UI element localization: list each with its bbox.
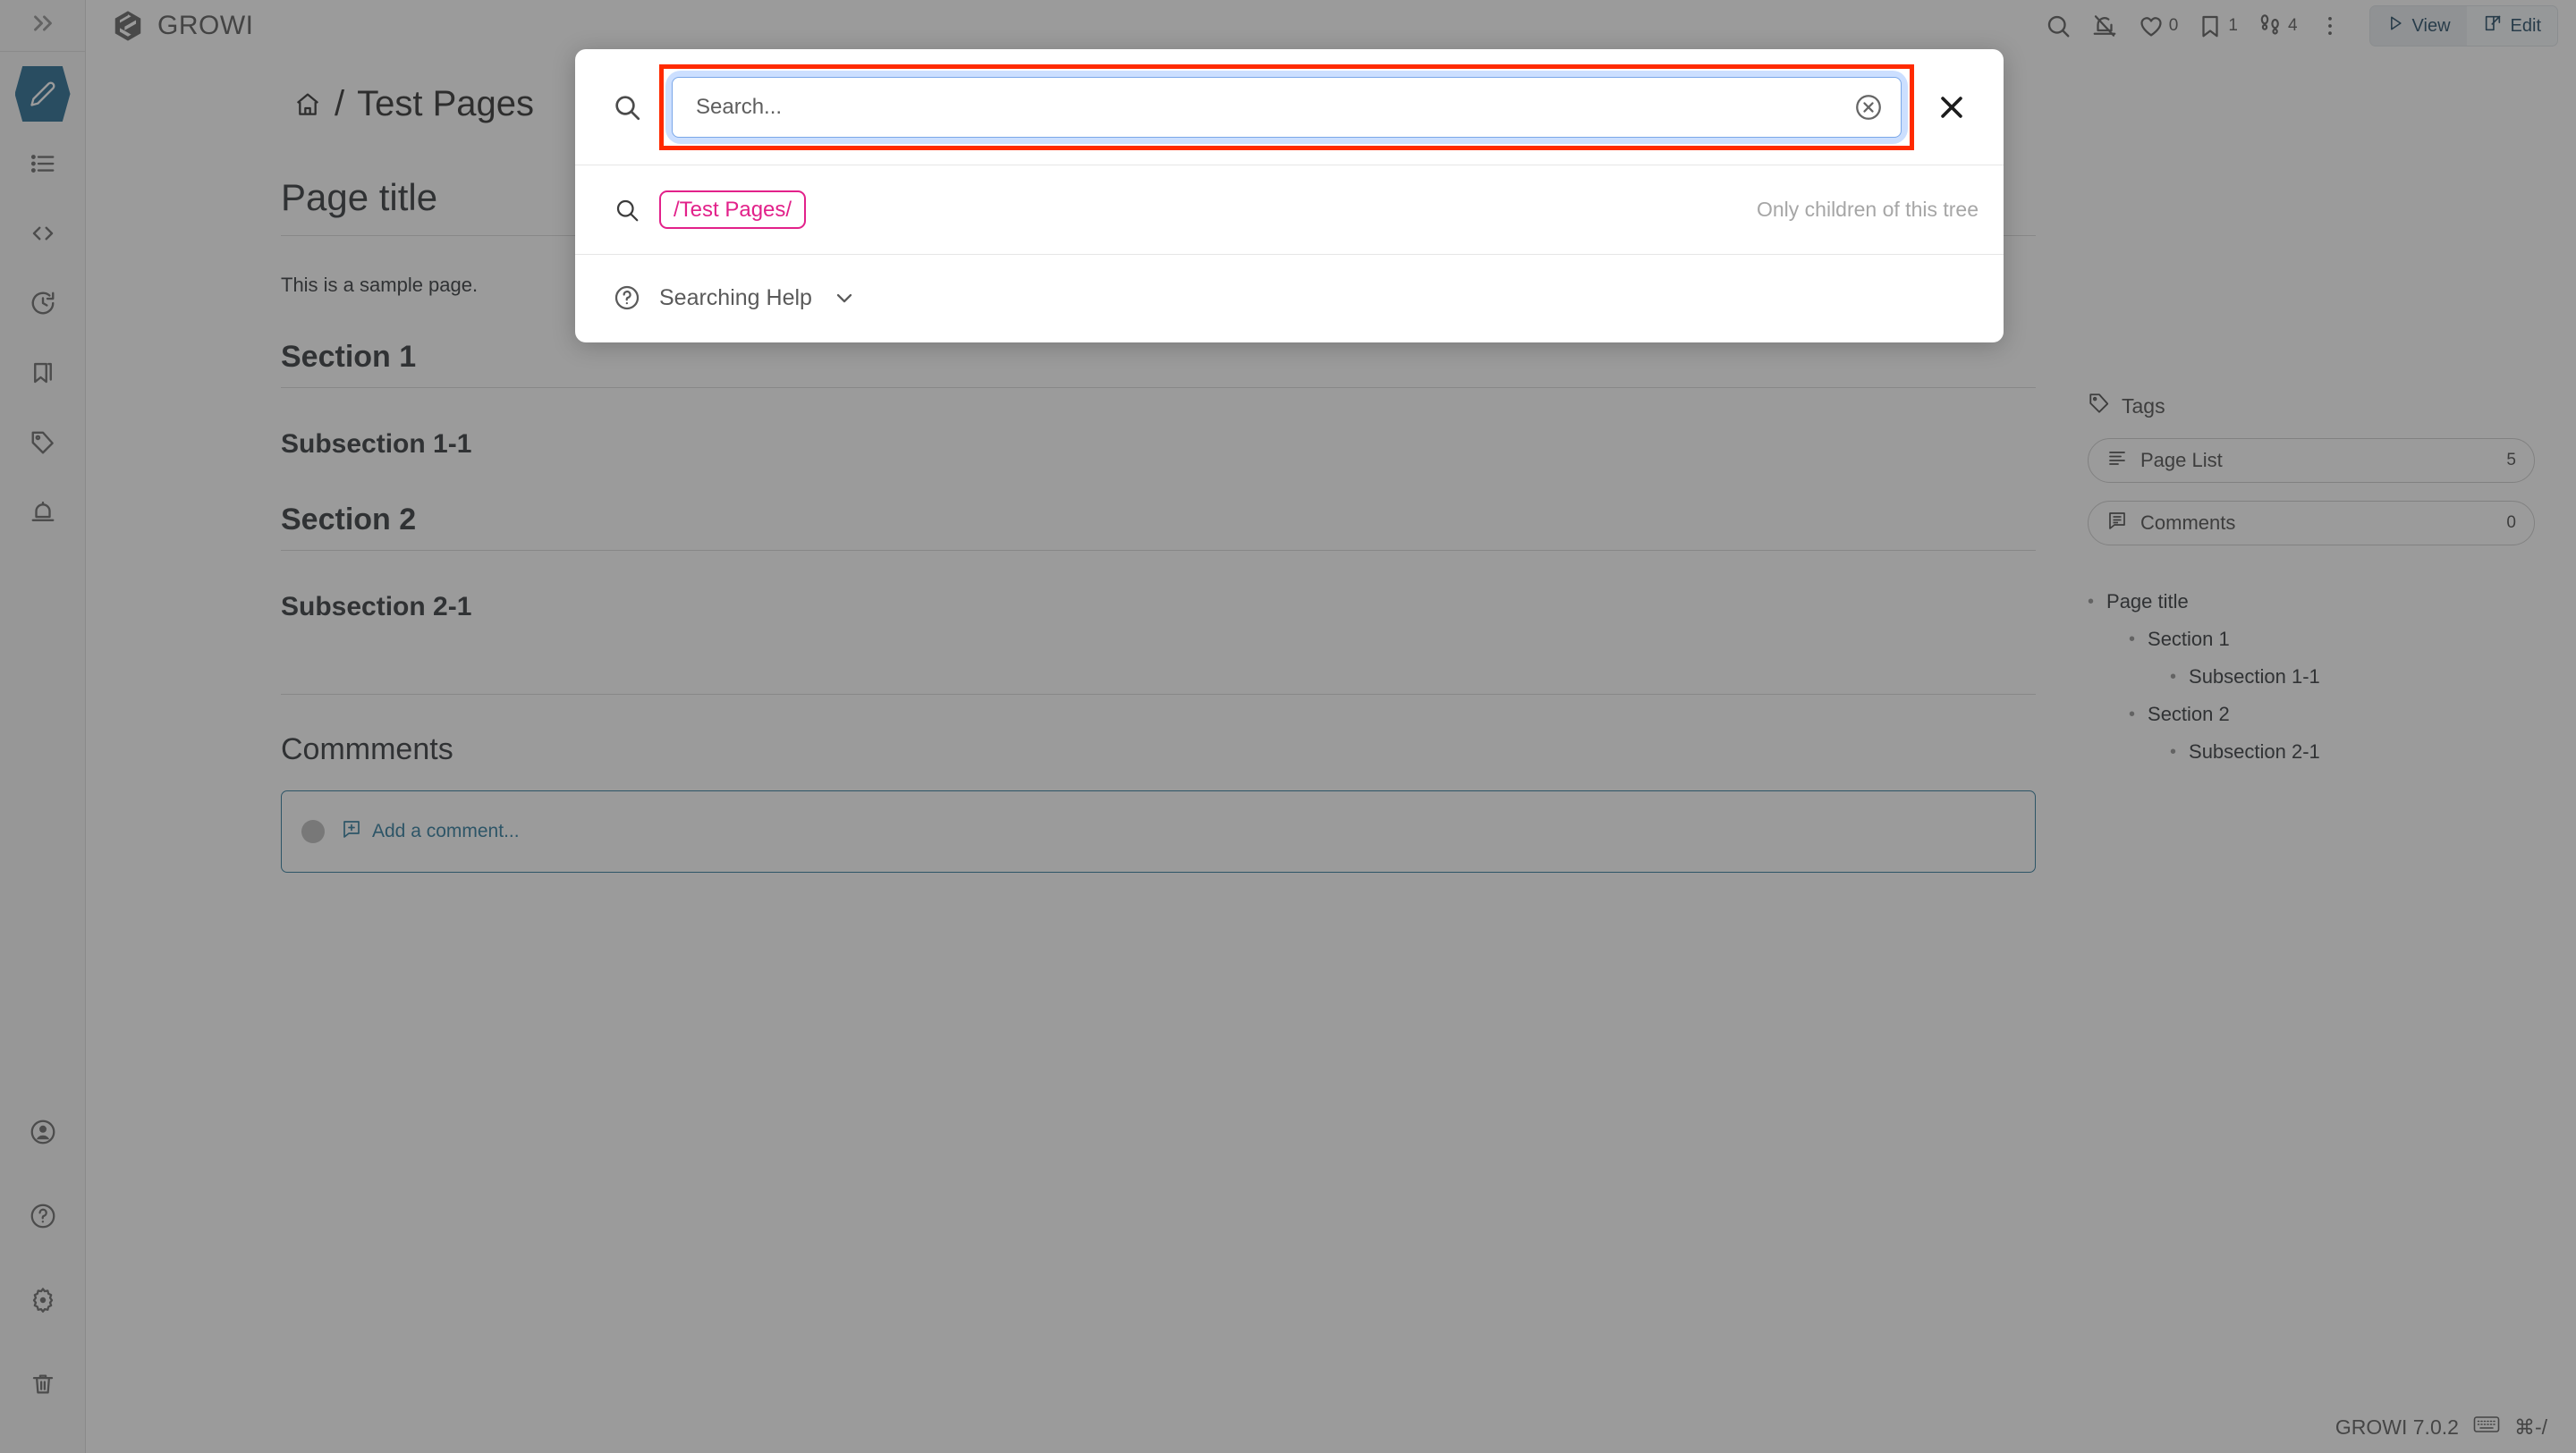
search-input-highlight [659, 63, 1914, 150]
close-icon[interactable] [1919, 92, 1984, 122]
search-input-row [575, 49, 2004, 165]
scope-badge[interactable]: /Test Pages/ [659, 190, 807, 230]
chevron-down-icon[interactable] [832, 285, 857, 310]
search-icon [602, 92, 652, 122]
question-circle-icon [602, 283, 652, 312]
scope-note: Only children of this tree [1756, 198, 1979, 221]
search-icon [602, 197, 652, 224]
circle-x-icon[interactable] [1853, 92, 1884, 122]
search-input-wrapper [672, 76, 1902, 138]
search-modal: /Test Pages/ Only children of this tree … [575, 49, 2004, 342]
search-scope-row[interactable]: /Test Pages/ Only children of this tree [575, 165, 2004, 255]
search-input[interactable] [672, 76, 1902, 138]
searching-help-label: Searching Help [659, 284, 812, 310]
searching-help-row[interactable]: Searching Help [575, 255, 2004, 341]
